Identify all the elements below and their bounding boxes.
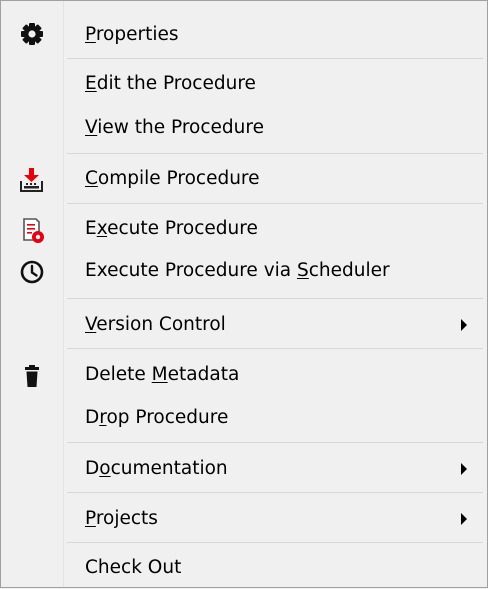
menu-item-execute-via-scheduler[interactable]: Execute Procedure via Scheduler — [1, 252, 487, 292]
submenu-arrow-icon — [461, 319, 467, 331]
menu-separator — [67, 58, 483, 59]
submenu-arrow-icon — [461, 513, 467, 525]
menu-item-label: Check Out — [85, 557, 182, 578]
menu-separator — [67, 203, 483, 204]
menu-item-label: Compile Procedure — [85, 168, 260, 189]
menu-separator — [67, 542, 483, 543]
compile-icon — [18, 166, 46, 194]
menu-item-label: Documentation — [85, 458, 228, 479]
menu-item-label: Execute Procedure via Scheduler — [85, 260, 390, 281]
menu-item-edit-procedure[interactable]: Edit the Procedure — [1, 65, 487, 105]
menu-item-projects[interactable]: Projects — [1, 500, 487, 540]
context-menu: Properties Edit the Procedure View the P… — [0, 0, 488, 588]
clock-icon — [18, 258, 46, 286]
menu-item-delete-metadata[interactable]: Delete Metadata — [1, 356, 487, 396]
menu-separator — [67, 442, 483, 443]
menu-separator — [67, 348, 483, 349]
menu-separator — [67, 492, 483, 493]
menu-item-label: View the Procedure — [85, 117, 264, 138]
execute-icon — [18, 216, 46, 244]
menu-item-label: Projects — [85, 508, 158, 529]
menu-item-drop-procedure[interactable]: Drop Procedure — [1, 399, 487, 439]
menu-item-label: Drop Procedure — [85, 407, 229, 428]
menu-item-label: Edit the Procedure — [85, 73, 256, 94]
menu-item-properties[interactable]: Properties — [1, 16, 487, 56]
menu-item-label: Version Control — [85, 314, 226, 335]
menu-separator — [67, 153, 483, 154]
menu-item-label: Properties — [85, 24, 179, 45]
menu-item-check-out[interactable]: Check Out — [1, 549, 487, 589]
menu-item-version-control[interactable]: Version Control — [1, 306, 487, 346]
menu-item-label: Execute Procedure — [85, 218, 258, 239]
submenu-arrow-icon — [461, 463, 467, 475]
trash-icon — [18, 362, 46, 390]
menu-separator — [67, 298, 483, 299]
menu-item-execute-procedure[interactable]: Execute Procedure — [1, 210, 487, 250]
menu-item-compile-procedure[interactable]: Compile Procedure — [1, 160, 487, 200]
menu-item-view-procedure[interactable]: View the Procedure — [1, 109, 487, 149]
menu-item-label: Delete Metadata — [85, 364, 240, 385]
gear-icon — [18, 22, 46, 50]
menu-item-documentation[interactable]: Documentation — [1, 450, 487, 490]
